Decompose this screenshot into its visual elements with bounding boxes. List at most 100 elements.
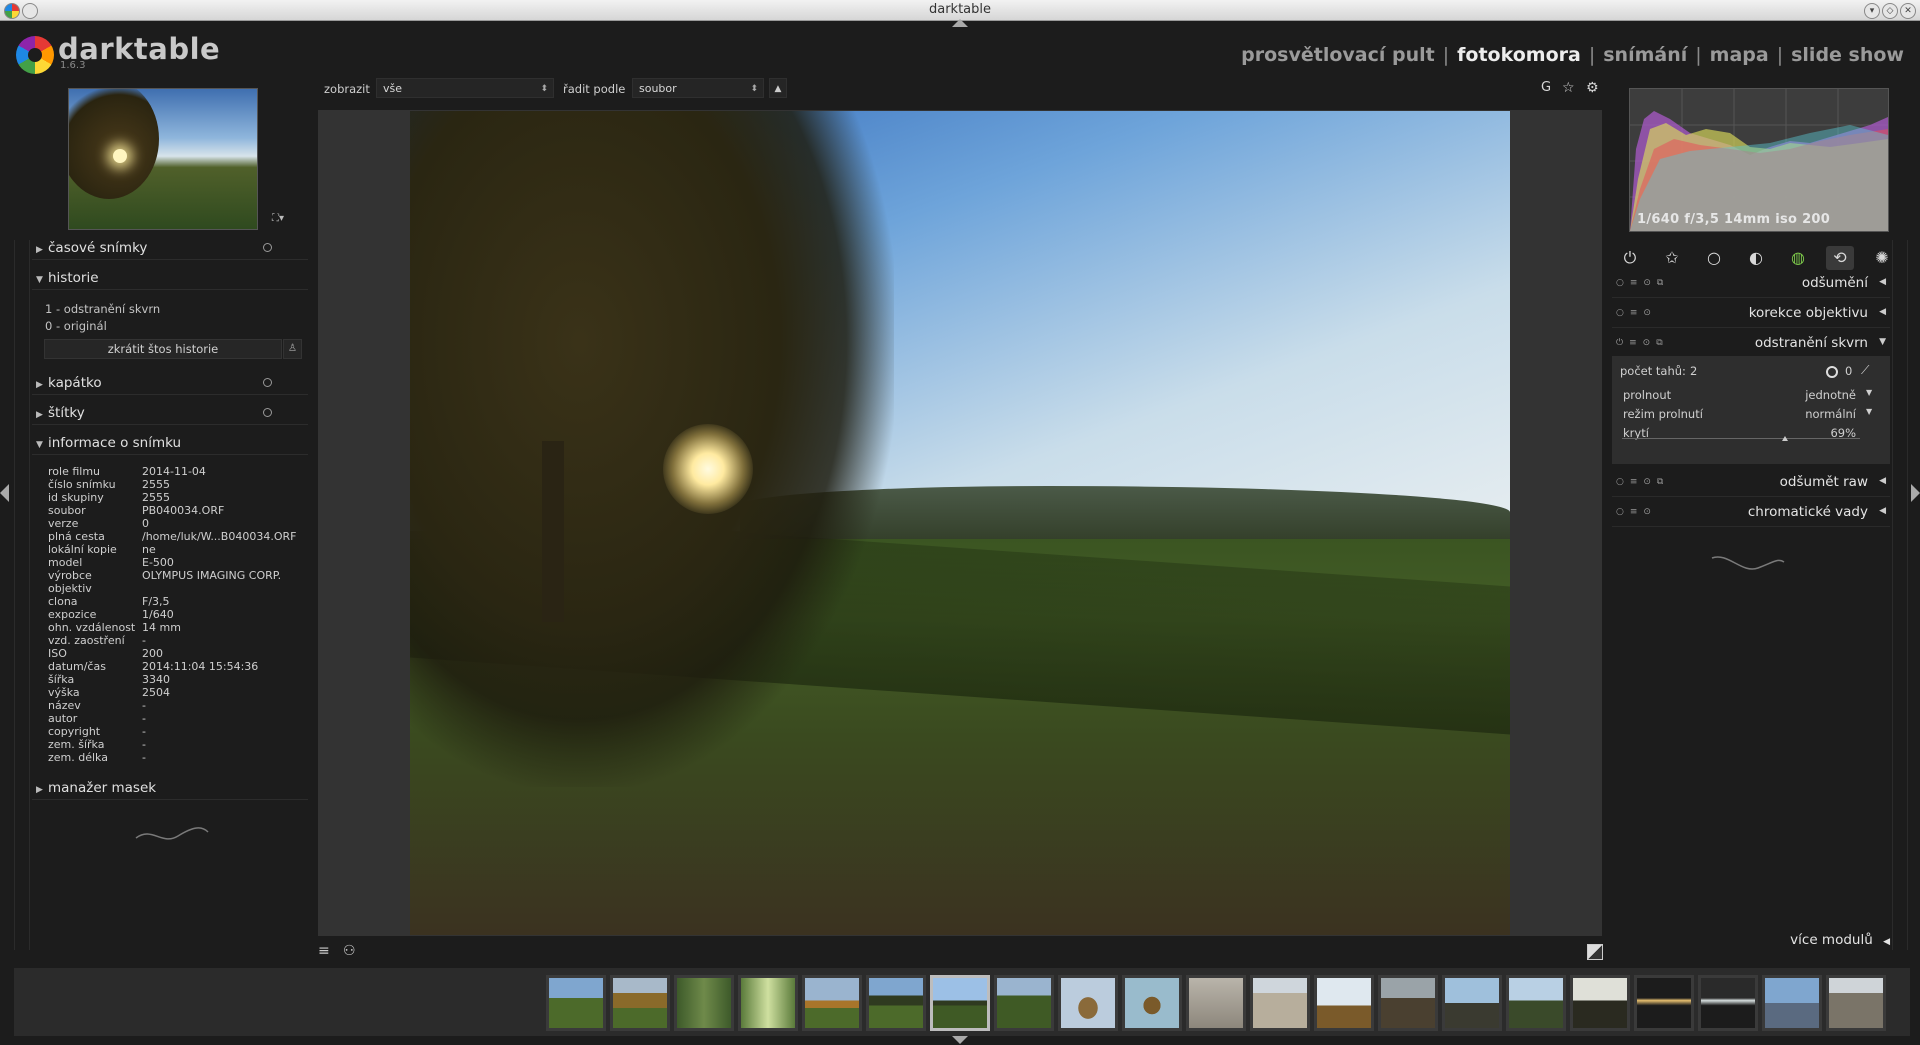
effects-icon[interactable]: ✺ — [1868, 246, 1896, 270]
module-raw-denoise[interactable]: ○≡⊙⧉ odšumět raw ◀ — [1612, 470, 1890, 497]
maximize-button[interactable]: ◇ — [1882, 3, 1898, 19]
dropdown-arrow-icon[interactable]: ▼ — [1866, 407, 1872, 416]
filmstrip-thumbnail[interactable] — [994, 975, 1054, 1031]
section-colorpicker[interactable]: ▶ kapátko — [32, 372, 308, 395]
section-history-label: historie — [48, 270, 99, 286]
reset-icon[interactable] — [263, 378, 272, 387]
info-key: copyright — [48, 725, 101, 738]
panel-end-swirl — [135, 827, 209, 840]
blend-mode-value[interactable]: normální — [1760, 407, 1856, 421]
collapse-right-arrow-icon[interactable] — [1911, 484, 1920, 502]
darktable-logo — [16, 36, 54, 74]
info-key: plná cesta — [48, 530, 105, 543]
filmstrip-thumbnail[interactable] — [866, 975, 926, 1031]
main-photo[interactable] — [410, 111, 1510, 935]
view-tethering[interactable]: snímání — [1603, 44, 1687, 66]
filmstrip-thumbnail[interactable] — [1570, 975, 1630, 1031]
module-spot-removal[interactable]: ⏻≡⊙⧉ odstranění skvrn ▼ — [1612, 331, 1890, 358]
section-history[interactable]: ▼ historie — [32, 267, 308, 290]
softproof-icon[interactable] — [1587, 944, 1603, 960]
module-chromatic-aberrations[interactable]: ○≡⊙ chromatické vady ◀ — [1612, 500, 1890, 527]
power-icon[interactable]: ⏻ — [1616, 246, 1644, 270]
circle-icon[interactable]: ○ — [1700, 246, 1728, 270]
filmstrip-thumbnail[interactable] — [1442, 975, 1502, 1031]
info-value: 1/640 — [142, 608, 174, 621]
loop-icon[interactable]: ⟲ — [1826, 246, 1854, 270]
filmstrip-thumbnail[interactable] — [610, 975, 670, 1031]
module-toggle-icons[interactable]: ○≡⊙ — [1616, 308, 1657, 318]
opacity-slider[interactable] — [1622, 438, 1860, 439]
collapse-left-arrow-icon[interactable] — [0, 484, 9, 502]
filmstrip-thumbnail[interactable] — [738, 975, 798, 1031]
filmstrip-thumbnail[interactable] — [1314, 975, 1374, 1031]
collapse-bottom-arrow-icon[interactable] — [952, 1036, 968, 1044]
module-toggle-icons[interactable]: ○≡⊙⧉ — [1616, 477, 1669, 487]
filmstrip-thumbnail[interactable] — [1762, 975, 1822, 1031]
history-item[interactable]: 1 - odstranění skvrn — [45, 302, 160, 316]
left-scroll-strip[interactable] — [14, 240, 30, 950]
filmstrip-thumbnail[interactable] — [1378, 975, 1438, 1031]
opacity-slider-thumb[interactable] — [1782, 436, 1788, 441]
section-tags[interactable]: ▶ štítky — [32, 402, 308, 425]
grouping-button[interactable]: G — [1541, 80, 1551, 95]
right-scroll-strip[interactable] — [1892, 240, 1908, 950]
module-toggle-icons[interactable]: ○≡⊙ — [1616, 507, 1657, 517]
star-icon[interactable]: ☆ — [1562, 80, 1575, 96]
filmstrip-thumbnail[interactable] — [1186, 975, 1246, 1031]
module-name: odšumění — [1801, 275, 1868, 291]
view-map[interactable]: mapa — [1710, 44, 1769, 66]
more-modules-button[interactable]: více modulů ◀ — [1790, 932, 1890, 948]
filmstrip-thumbnail[interactable] — [1634, 975, 1694, 1031]
presets-menu-icon[interactable]: ≡ — [318, 943, 330, 959]
filmstrip-thumbnail[interactable] — [1122, 975, 1182, 1031]
show-filter-combo[interactable]: vše ⬍ — [376, 78, 554, 98]
histogram[interactable] — [1629, 88, 1889, 232]
filmstrip-thumbnail[interactable] — [674, 975, 734, 1031]
filmstrip-thumbnail[interactable] — [1506, 975, 1566, 1031]
lock-icon[interactable]: ♙ — [283, 339, 302, 359]
reset-icon[interactable] — [263, 408, 272, 417]
view-switcher: prosvětlovací pult | fotokomora | snímání | ma… — [1241, 44, 1904, 66]
filmstrip-thumbnail[interactable] — [546, 975, 606, 1031]
show-masks-icon[interactable]: ⟋ — [1861, 363, 1869, 378]
module-lens-correction[interactable]: ○≡⊙ korekce objektivu ◀ — [1612, 301, 1890, 328]
compress-history-button[interactable]: zkrátit štos historie — [44, 339, 282, 359]
minimize-button[interactable]: ▾ — [1864, 3, 1880, 19]
view-lighttable[interactable]: prosvětlovací pult — [1241, 44, 1435, 66]
close-button[interactable]: ✕ — [1900, 3, 1916, 19]
view-slideshow[interactable]: slide show — [1791, 44, 1904, 66]
color-wheel-icon[interactable]: ◍ — [1784, 246, 1812, 270]
gear-icon[interactable]: ⚙ — [1586, 80, 1599, 96]
navigation-thumbnail[interactable] — [68, 88, 258, 230]
sort-direction-button[interactable]: ▲ — [769, 78, 787, 98]
module-toggle-icons[interactable]: ⏻≡⊙⧉ — [1616, 338, 1669, 348]
collapse-arrow-icon: ▼ — [1879, 337, 1886, 347]
dropdown-arrow-icon[interactable]: ▼ — [1866, 388, 1872, 397]
thumbnail-image — [677, 978, 731, 1028]
module-denoise[interactable]: ○≡⊙⧉ odšumění ◀ — [1612, 271, 1890, 298]
reset-icon[interactable] — [263, 243, 272, 252]
collapse-top-arrow-icon[interactable] — [952, 19, 968, 27]
history-item[interactable]: 0 - originál — [45, 319, 107, 333]
view-darkroom[interactable]: fotokomora — [1457, 44, 1581, 66]
zoom-fit-icon[interactable]: ⛶▾ — [272, 213, 284, 224]
filmstrip-thumbnail[interactable] — [930, 975, 990, 1031]
section-mask-manager[interactable]: ▶ manažer masek — [32, 777, 308, 800]
filmstrip-thumbnail[interactable] — [1058, 975, 1118, 1031]
section-image-info[interactable]: ▼ informace o snímku — [32, 432, 308, 455]
star-outline-icon[interactable]: ✩ — [1658, 246, 1686, 270]
blend-mode-label: režim prolnutí — [1623, 407, 1703, 421]
circle-shape-icon[interactable] — [1826, 366, 1838, 378]
sort-combo[interactable]: soubor ⬍ — [632, 78, 764, 98]
blend-value[interactable]: jednotně — [1760, 388, 1856, 402]
filmstrip-thumbnail[interactable] — [1250, 975, 1310, 1031]
module-toggle-icons[interactable]: ○≡⊙⧉ — [1616, 278, 1669, 288]
filmstrip-thumbnail[interactable] — [802, 975, 862, 1031]
info-value: OLYMPUS IMAGING CORP. — [142, 569, 282, 582]
shaded-circle-icon[interactable]: ◐ — [1742, 246, 1770, 270]
filmstrip-thumbnail[interactable] — [1698, 975, 1758, 1031]
styles-icon[interactable]: ⚇ — [343, 943, 356, 959]
window-titlebar: darktable ▾ ◇ ✕ — [0, 0, 1920, 21]
filmstrip-thumbnail[interactable] — [1826, 975, 1886, 1031]
section-snapshots[interactable]: ▶ časové snímky — [32, 237, 308, 260]
